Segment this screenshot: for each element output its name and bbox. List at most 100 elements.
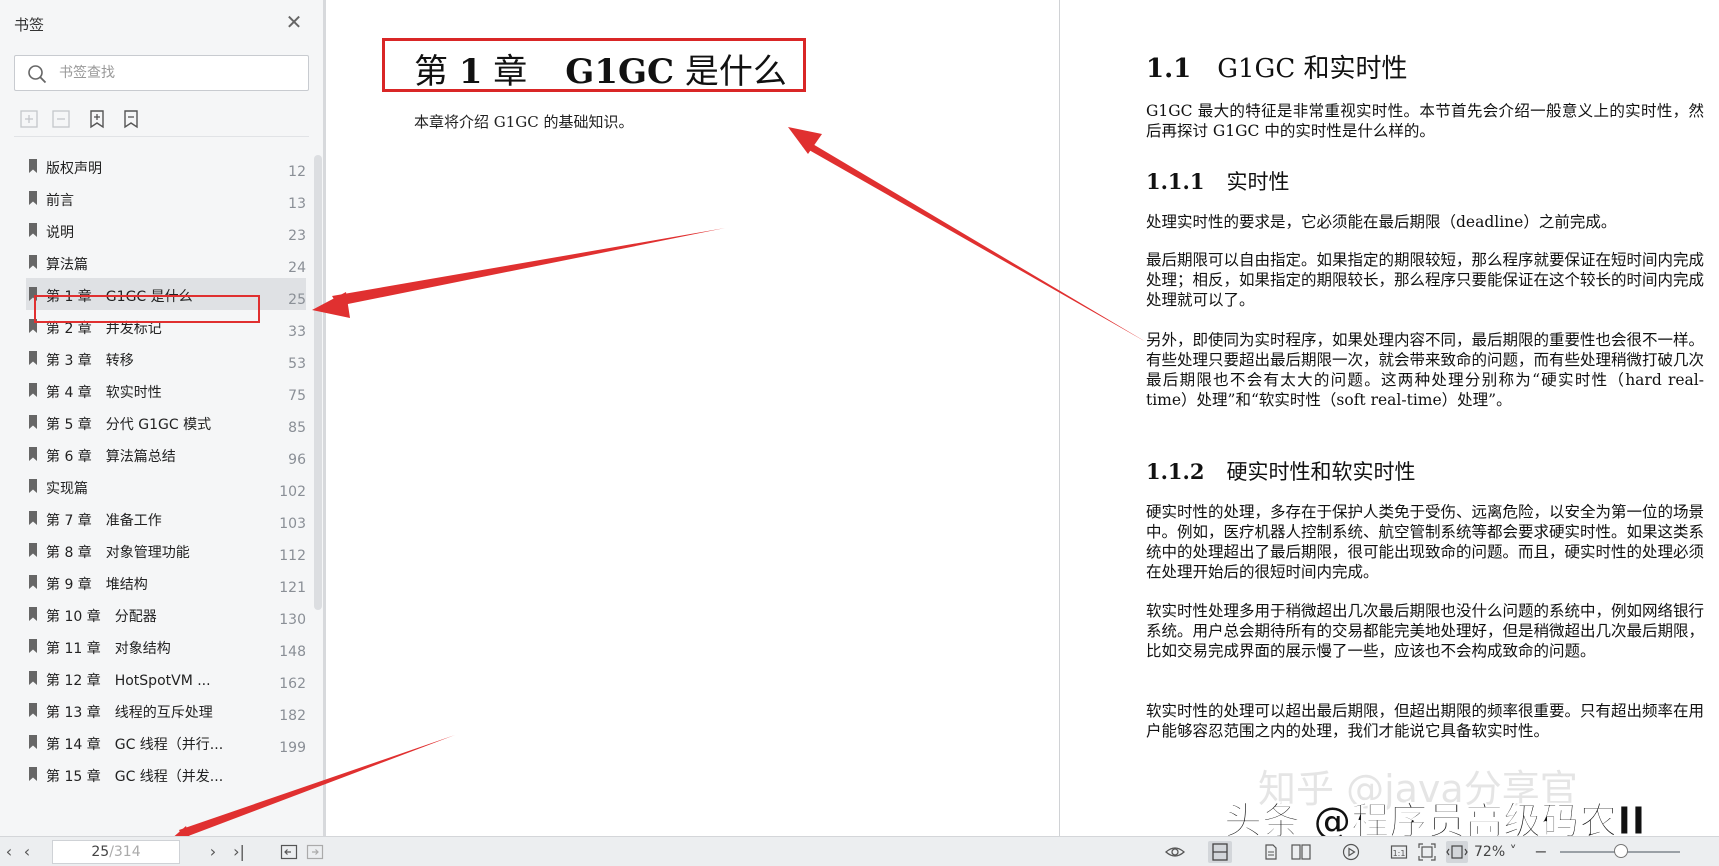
prev-page-icon[interactable]: ‹ [18, 843, 36, 861]
bookmark-search-input[interactable] [59, 62, 299, 84]
paragraph-4: 另外，即使同为实时程序，如果处理内容不同，最后期限的重要性也会很不一样。有些处理… [1146, 331, 1705, 409]
bookmark-icon [29, 511, 37, 525]
play-icon[interactable] [1342, 843, 1360, 861]
bookmark-icon [29, 447, 37, 461]
bookmark-label: 第 6 章 算法篇总结 [46, 449, 176, 465]
bookmark-page-number: 23 [288, 228, 306, 244]
bookmark-icon [29, 351, 37, 365]
close-icon[interactable]: ✕ [284, 12, 304, 32]
add-bookmark-icon[interactable] [86, 108, 108, 130]
bookmark-item[interactable]: 第 15 章 GC 线程（并发... [26, 758, 306, 790]
bookmark-icon [29, 159, 37, 173]
zoom-level[interactable]: 72% ˅ [1474, 844, 1517, 860]
bookmark-icon [29, 703, 37, 717]
bookmark-page-number: 25 [288, 292, 306, 308]
selected-bookmark-highlight-box [34, 295, 260, 323]
bookmark-item[interactable]: 第 5 章 分代 G1GC 模式 85 [26, 406, 306, 438]
bookmark-label: 第 11 章 对象结构 [46, 641, 171, 657]
first-page-icon[interactable]: ‹ [0, 843, 18, 861]
bookmark-label: 第 12 章 HotSpotVM ... [46, 673, 211, 689]
last-page-icon[interactable]: ›| [230, 843, 248, 861]
bookmark-page-number: 85 [288, 420, 306, 436]
pdf-reader-app: 书签 ✕ 书签查找 版权声明 12 前言 13 说明 23 算法篇 24 第 1… [0, 0, 1719, 866]
bookmark-item[interactable]: 第 7 章 准备工作 103 [26, 502, 306, 534]
bookmark-item[interactable]: 说明 23 [26, 214, 306, 246]
bookmark-item[interactable]: 前言 13 [26, 182, 306, 214]
bookmark-label: 实现篇 [46, 481, 88, 497]
bookmark-icon [29, 671, 37, 685]
expand-all-icon[interactable] [18, 108, 40, 130]
bookmark-item[interactable]: 第 11 章 对象结构 148 [26, 630, 306, 662]
chapter-intro: 本章将介绍 G1GC 的基础知识。 [414, 113, 634, 131]
zoom-slider-knob[interactable] [1614, 844, 1628, 858]
bookmark-icon [29, 191, 37, 205]
bookmark-item[interactable]: 第 3 章 转移 53 [26, 342, 306, 374]
eye-protection-icon[interactable] [1164, 843, 1186, 861]
sidebar-divider [14, 136, 309, 137]
bookmark-item[interactable]: 第 12 章 HotSpotVM ... 162 [26, 662, 306, 694]
bookmark-icon [29, 255, 37, 269]
bookmark-item[interactable]: 算法篇 24 [26, 246, 306, 278]
bookmark-page-number: 24 [288, 260, 306, 276]
continuous-scroll-icon[interactable] [1208, 841, 1232, 863]
single-page-icon[interactable] [1262, 843, 1280, 861]
bookmark-page-number: 148 [279, 644, 306, 660]
bookmark-item[interactable]: 第 14 章 GC 线程（并行... 199 [26, 726, 306, 758]
sidebar-scrollbar[interactable] [314, 155, 322, 610]
bookmark-page-number: 103 [279, 516, 306, 532]
bookmark-label: 前言 [46, 193, 74, 209]
bookmark-icon [29, 479, 37, 493]
page-number-input[interactable]: 25/314 [52, 840, 180, 864]
bookmark-icon [29, 735, 37, 749]
paragraph-3: 最后期限可以自由指定。如果指定的期限较短，那么程序就要保证在短时间内完成处理；相… [1146, 251, 1705, 309]
bookmark-search-box[interactable] [14, 55, 309, 91]
bookmark-label: 版权声明 [46, 161, 102, 177]
collapse-all-icon[interactable] [50, 108, 72, 130]
paragraph-6: 软实时性处理多用于稍微超出几次最后期限也没什么问题的系统中，例如网络银行系统。用… [1146, 602, 1705, 660]
chapter-title: 第 1 章 G1GC 是什么 [414, 52, 787, 92]
bookmark-label: 第 9 章 堆结构 [46, 577, 148, 593]
bookmark-icon [29, 575, 37, 589]
fit-page-icon[interactable] [1418, 843, 1436, 861]
paragraph-2: 处理实时性的要求是，它必须能在最后期限（deadline）之前完成。 [1146, 213, 1617, 231]
section-heading-1-1: 1.1 G1GC 和实时性 [1146, 54, 1408, 84]
bookmark-label: 第 14 章 GC 线程（并行... [46, 737, 224, 753]
bookmark-page-number: 162 [279, 676, 306, 692]
search-icon [28, 65, 47, 84]
bookmark-item[interactable]: 第 10 章 分配器 130 [26, 598, 306, 630]
paragraph-5: 硬实时性的处理，多存在于保护人类免于受伤、远离危险，以安全为第一位的场景中。例如… [1146, 503, 1705, 581]
bookmark-icon [29, 543, 37, 557]
bookmark-label: 第 10 章 分配器 [46, 609, 157, 625]
bookmark-label: 算法篇 [46, 257, 88, 273]
bookmark-page-number: 33 [288, 324, 306, 340]
bookmark-icon [29, 767, 37, 781]
section-heading-1-1-1: 1.1.1 实时性 [1146, 169, 1290, 194]
bookmark-icon [29, 639, 37, 653]
bookmark-page-number: 182 [279, 708, 306, 724]
back-icon[interactable] [280, 843, 298, 861]
paragraph-1: G1GC 最大的特征是非常重视实时性。本节首先会介绍一般意义上的实时性，然后再探… [1146, 102, 1704, 140]
next-page-icon[interactable]: › [204, 843, 222, 861]
paragraph-7: 软实时性的处理可以超出最后期限，但超出期限的频率很重要。只有超出频率在用户能够容… [1146, 702, 1705, 740]
bookmark-icon [29, 607, 37, 621]
bookmark-item[interactable]: 实现篇 102 [26, 470, 306, 502]
bookmark-item[interactable]: 第 8 章 对象管理功能 112 [26, 534, 306, 566]
bookmark-page-number: 199 [279, 740, 306, 756]
sidebar-title: 书签 [14, 16, 45, 34]
bookmark-page-number: 96 [288, 452, 306, 468]
bookmark-icon [29, 415, 37, 429]
fit-width-icon[interactable] [1446, 841, 1468, 863]
bookmark-item[interactable]: 第 9 章 堆结构 121 [26, 566, 306, 598]
bookmark-item[interactable]: 第 13 章 线程的互斥处理 182 [26, 694, 306, 726]
bookmark-page-number: 13 [288, 196, 306, 212]
actual-size-icon[interactable]: 1:1 [1390, 843, 1408, 861]
bookmark-item[interactable]: 版权声明 12 [26, 150, 306, 182]
double-page-icon[interactable] [1290, 843, 1312, 861]
bookmark-item[interactable]: 第 6 章 算法篇总结 96 [26, 438, 306, 470]
remove-bookmark-icon[interactable] [120, 108, 142, 130]
zoom-out-icon[interactable]: − [1532, 843, 1550, 861]
bookmark-page-number: 102 [279, 484, 306, 500]
bookmark-item[interactable]: 第 4 章 软实时性 75 [26, 374, 306, 406]
bookmark-label: 第 3 章 转移 [46, 353, 134, 369]
forward-icon[interactable] [306, 843, 324, 861]
